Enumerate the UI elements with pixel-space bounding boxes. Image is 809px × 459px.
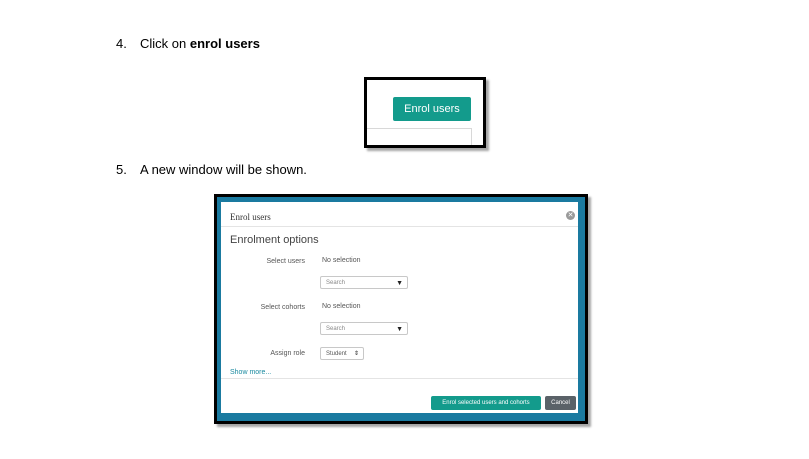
search-placeholder: Search xyxy=(326,280,346,286)
divider xyxy=(221,226,578,227)
cancel-button[interactable]: Cancel xyxy=(545,396,576,410)
step-4: 4. Click on enrol users xyxy=(116,36,260,52)
select-users-value: No selection xyxy=(322,257,361,264)
step-5: 5. A new window will be shown. xyxy=(116,162,307,178)
enrol-users-screenshot: Enrol users xyxy=(364,77,486,148)
select-users-label: Select users xyxy=(266,258,305,265)
search-placeholder: Search xyxy=(326,326,346,332)
enrol-selected-button[interactable]: Enrol selected users and cohorts xyxy=(431,396,541,410)
step-bold-text: enrol users xyxy=(189,36,260,51)
select-arrows-icon: ⇕ xyxy=(353,351,359,357)
cohorts-search-dropdown[interactable]: Search ▼ xyxy=(320,322,408,335)
divider xyxy=(221,378,578,379)
show-more-link[interactable]: Show more... xyxy=(230,369,271,376)
section-heading: Enrolment options xyxy=(230,234,319,246)
step-text: A new window will be shown. xyxy=(140,162,307,177)
assign-role-label: Assign role xyxy=(270,350,305,357)
close-icon[interactable]: ✕ xyxy=(566,211,575,220)
modal-title: Enrol users xyxy=(230,212,271,222)
enrol-users-modal-screenshot: Enrol users ✕ Enrolment options Select u… xyxy=(214,194,588,424)
users-search-dropdown[interactable]: Search ▼ xyxy=(320,276,408,289)
role-select[interactable]: Student ⇕ xyxy=(320,347,364,360)
dropdown-arrow-icon: ▼ xyxy=(396,326,403,333)
enrol-users-button[interactable]: Enrol users xyxy=(393,97,471,121)
dropdown-arrow-icon: ▼ xyxy=(396,280,403,287)
role-select-value: Student xyxy=(326,351,347,357)
step-text: Click on xyxy=(140,36,190,51)
step-number: 5. xyxy=(116,162,127,177)
enrol-users-modal: Enrol users ✕ Enrolment options Select u… xyxy=(221,202,578,413)
select-cohorts-value: No selection xyxy=(322,303,361,310)
step-number: 4. xyxy=(116,36,127,51)
panel-edge xyxy=(367,128,472,145)
select-cohorts-label: Select cohorts xyxy=(260,304,305,311)
